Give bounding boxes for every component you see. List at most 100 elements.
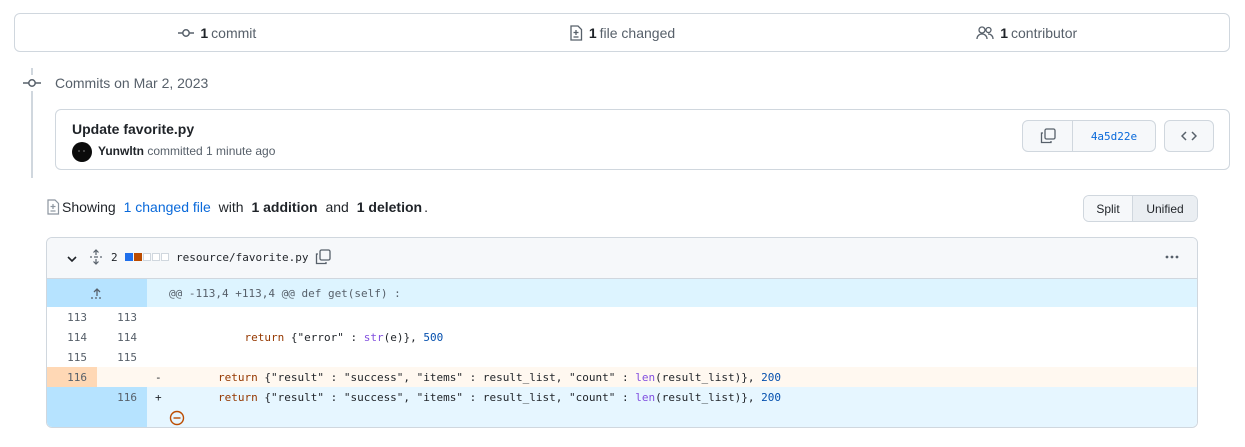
code-keyword: return bbox=[244, 330, 285, 344]
code-number: 200 bbox=[761, 370, 781, 384]
code-function: len bbox=[635, 390, 656, 404]
file-path[interactable]: resource/favorite.py bbox=[176, 251, 308, 264]
commit-card: Update favorite.py Yunwltn committed 1 m… bbox=[55, 109, 1230, 170]
new-line-number[interactable]: 115 bbox=[97, 347, 147, 367]
contributors-summary[interactable]: 1 contributor bbox=[824, 25, 1229, 41]
diffstat-bar bbox=[125, 253, 169, 261]
diff-view-toggle: Split Unified bbox=[1083, 195, 1198, 222]
commit-icon bbox=[178, 25, 195, 41]
showing-prefix: Showing bbox=[62, 199, 116, 215]
diffstat-square bbox=[161, 253, 169, 261]
files-summary[interactable]: 1 file changed bbox=[420, 25, 825, 41]
code-icon bbox=[1181, 131, 1197, 141]
commit-action: committed 1 minute ago bbox=[147, 144, 276, 158]
diff-sign: - bbox=[155, 370, 162, 384]
code-line: return {"error" : str (e)}, 500 bbox=[147, 327, 1197, 347]
additions-count: 1 addition bbox=[251, 199, 318, 215]
split-view-button[interactable]: Split bbox=[1084, 196, 1133, 221]
diffstat-square bbox=[143, 253, 151, 261]
code-args: (result_list)}, bbox=[655, 370, 762, 384]
diff-lines: 113 113 114 114 return {"error" : str (e)}, … bbox=[47, 307, 1197, 407]
browse-code-button[interactable] bbox=[1164, 120, 1214, 152]
showing-and: and bbox=[325, 199, 349, 215]
file-diff-icon bbox=[47, 199, 60, 215]
old-line-number[interactable]: 115 bbox=[47, 347, 97, 367]
kebab-menu-icon[interactable] bbox=[1164, 249, 1180, 270]
no-newline-icon bbox=[169, 410, 185, 427]
code-text: {"result" : "success", "items" : result_… bbox=[257, 390, 636, 404]
code-args: (e)}, bbox=[383, 330, 424, 344]
hunk-header-row: @@ -113,4 +113,4 @@ def get(self) : bbox=[47, 279, 1197, 307]
changed-files-link[interactable]: 1 changed file bbox=[124, 199, 211, 215]
code-number: 500 bbox=[423, 330, 444, 344]
sha-button-group: 4a5d22e bbox=[1022, 120, 1156, 152]
commit-meta: Yunwltn committed 1 minute ago bbox=[98, 144, 275, 158]
code-function: str bbox=[363, 330, 384, 344]
diff-stats-summary: Showing 1 changed file with 1 addition a… bbox=[46, 199, 428, 215]
files-count: 1 bbox=[588, 24, 597, 41]
people-icon bbox=[976, 25, 994, 41]
code-function: len bbox=[635, 370, 656, 384]
diffstat-square bbox=[152, 253, 160, 261]
diff-extra-row bbox=[47, 407, 1197, 427]
context-line: 113 113 bbox=[47, 307, 1197, 327]
showing-mid: with bbox=[218, 199, 244, 215]
commit-title[interactable]: Update favorite.py bbox=[72, 121, 194, 137]
code-keyword: return bbox=[217, 390, 258, 404]
chevron-down-icon[interactable] bbox=[66, 252, 78, 268]
commit-node-icon bbox=[22, 75, 42, 91]
new-line-number[interactable]: 114 bbox=[97, 327, 147, 347]
commit-sha-link[interactable]: 4a5d22e bbox=[1073, 121, 1155, 151]
added-line: 116 + return {"result" : "success", "item… bbox=[47, 387, 1197, 407]
commits-date-heading: Commits on Mar 2, 2023 bbox=[55, 75, 209, 91]
code-keyword: return bbox=[217, 370, 258, 384]
hunk-header: @@ -113,4 +113,4 @@ def get(self) : bbox=[169, 286, 401, 300]
copy-icon bbox=[1040, 128, 1056, 144]
commits-label: commit bbox=[211, 24, 257, 41]
file-change-count: 2 bbox=[111, 251, 118, 264]
contributors-label: contributor bbox=[1011, 24, 1078, 41]
diff-file: 2 resource/favorite.py @@ -113,4 +113,4 … bbox=[46, 237, 1198, 428]
context-line: 115 115 bbox=[47, 347, 1197, 367]
code-text: {"result" : "success", "items" : result_… bbox=[257, 370, 636, 384]
unified-view-button[interactable]: Unified bbox=[1133, 196, 1197, 221]
old-line-number[interactable]: 113 bbox=[47, 307, 97, 327]
context-line: 114 114 return {"error" : str (e)}, 500 bbox=[47, 327, 1197, 347]
showing-suffix: . bbox=[424, 199, 428, 215]
diffstat-square bbox=[125, 253, 133, 261]
file-diff-icon bbox=[569, 24, 583, 41]
old-line-number[interactable]: 116 bbox=[47, 367, 97, 387]
code-line: - return {"result" : "success", "items" … bbox=[147, 367, 1197, 387]
deleted-line: 116 - return {"result" : "success", "item… bbox=[47, 367, 1197, 387]
new-line-number[interactable]: 116 bbox=[97, 387, 147, 407]
commits-count: 1 bbox=[200, 24, 209, 41]
code-args: (result_list)}, bbox=[655, 390, 762, 404]
commit-author[interactable]: Yunwltn bbox=[98, 144, 144, 158]
code-line: + return {"result" : "success", "items" … bbox=[147, 387, 1197, 407]
expand-all-icon[interactable] bbox=[89, 249, 103, 268]
diffstat-square bbox=[134, 253, 142, 261]
expand-up-icon[interactable] bbox=[47, 279, 147, 307]
avatar[interactable] bbox=[72, 142, 92, 162]
new-line-number[interactable] bbox=[97, 367, 147, 387]
code-text: {"error" : bbox=[284, 330, 364, 344]
copy-sha-button[interactable] bbox=[1023, 121, 1073, 151]
commits-summary[interactable]: 1 commit bbox=[15, 25, 420, 41]
old-line-number[interactable]: 114 bbox=[47, 327, 97, 347]
summary-bar: 1 commit 1 file changed 1 contributor bbox=[14, 13, 1230, 52]
old-line-number[interactable] bbox=[47, 387, 97, 407]
code-number: 200 bbox=[761, 390, 781, 404]
contributors-count: 1 bbox=[1000, 24, 1008, 41]
deletions-count: 1 deletion bbox=[356, 199, 423, 215]
files-label: file changed bbox=[599, 24, 676, 41]
file-header: 2 resource/favorite.py bbox=[47, 238, 1197, 279]
copy-icon[interactable] bbox=[315, 249, 331, 268]
extra-gutter bbox=[47, 407, 147, 427]
diff-sign: + bbox=[155, 390, 162, 404]
new-line-number[interactable]: 113 bbox=[97, 307, 147, 327]
